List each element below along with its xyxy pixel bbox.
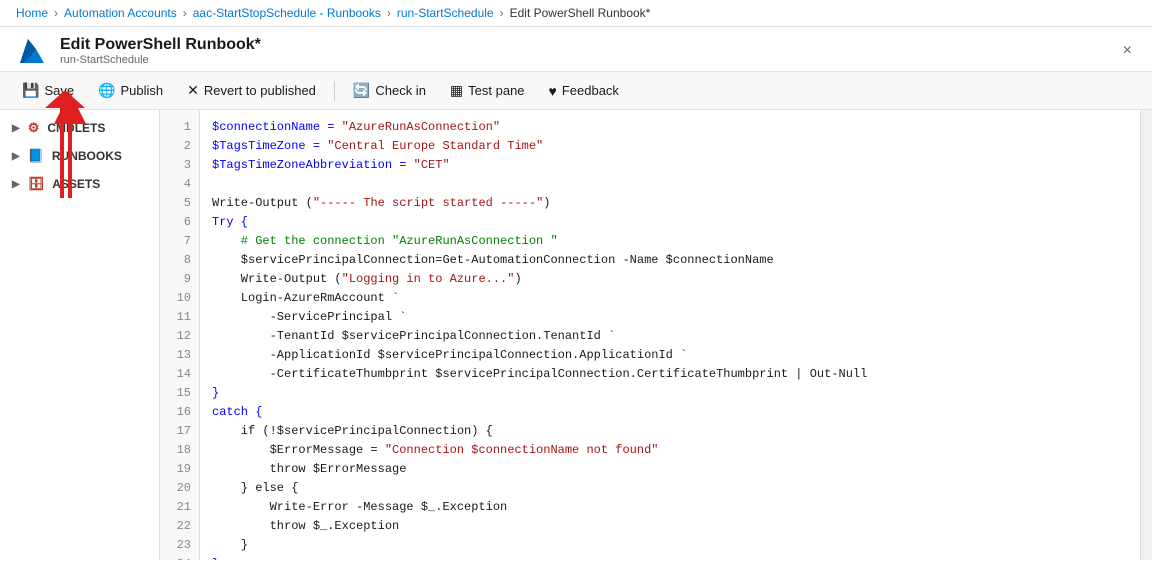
code-line: # Get the connection "AzureRunAsConnecti… <box>212 232 1128 251</box>
code-line: throw $_.Exception <box>212 517 1128 536</box>
line-numbers: 1234567891011121314151617181920212223242… <box>160 110 200 560</box>
code-line: catch { <box>212 403 1128 422</box>
main-layout: ▶ ⚙ CMDLETS ▶ 📘 RUNBOOKS ▶ 🗄 ASSETS <box>0 110 1152 560</box>
chevron-right-icon-runbooks: ▶ <box>12 151 20 162</box>
editor-area[interactable]: 1234567891011121314151617181920212223242… <box>160 110 1140 560</box>
breadcrumb-home[interactable]: Home <box>16 6 48 20</box>
toolbar: 💾 Save 🌐 Publish ✕ Revert to published 🔄… <box>0 72 1152 110</box>
breadcrumb-automation-accounts[interactable]: Automation Accounts <box>64 6 177 20</box>
code-line: throw $ErrorMessage <box>212 460 1128 479</box>
checkin-button[interactable]: 🔄 Check in <box>343 78 436 103</box>
code-line: -ServicePrincipal ` <box>212 308 1128 327</box>
breadcrumb-run-startschedule[interactable]: run-StartSchedule <box>397 6 494 20</box>
close-button[interactable]: × <box>1119 38 1136 64</box>
code-line: Try { <box>212 213 1128 232</box>
page-title: Edit PowerShell Runbook* <box>60 36 261 54</box>
save-icon: 💾 <box>22 82 39 99</box>
code-line: } <box>212 384 1128 403</box>
checkin-icon: 🔄 <box>353 82 370 99</box>
revert-icon: ✕ <box>187 82 199 99</box>
runbooks-icon: 📘 <box>28 148 44 164</box>
scrollbar-vertical[interactable] <box>1140 110 1152 560</box>
sidebar-item-assets[interactable]: ▶ 🗄 ASSETS <box>0 170 159 198</box>
code-line: Write-Output ("Logging in to Azure...") <box>212 270 1128 289</box>
code-line <box>212 175 1128 194</box>
code-line: $TagsTimeZone = "Central Europe Standard… <box>212 137 1128 156</box>
breadcrumb-current: Edit PowerShell Runbook* <box>510 6 651 20</box>
cmdlets-label: CMDLETS <box>47 121 105 135</box>
breadcrumb-runbooks[interactable]: aac-StartStopSchedule - Runbooks <box>193 6 381 20</box>
testpane-button[interactable]: ▦ Test pane <box>440 78 535 103</box>
azure-logo <box>16 35 48 67</box>
code-line: -ApplicationId $servicePrincipalConnecti… <box>212 346 1128 365</box>
feedback-button[interactable]: ♥ Feedback <box>539 79 629 103</box>
sidebar-item-runbooks[interactable]: ▶ 📘 RUNBOOKS <box>0 142 159 170</box>
page-subtitle: run-StartSchedule <box>60 54 261 66</box>
feedback-icon: ♥ <box>549 83 557 99</box>
sidebar: ▶ ⚙ CMDLETS ▶ 📘 RUNBOOKS ▶ 🗄 ASSETS <box>0 110 160 560</box>
code-line: } <box>212 555 1128 560</box>
breadcrumb: Home › Automation Accounts › aac-StartSt… <box>0 0 1152 27</box>
code-line: Write-Output ("----- The script started … <box>212 194 1128 213</box>
code-line: $servicePrincipalConnection=Get-Automati… <box>212 251 1128 270</box>
chevron-right-icon: ▶ <box>12 123 20 134</box>
code-line: Login-AzureRmAccount ` <box>212 289 1128 308</box>
toolbar-separator <box>334 81 335 101</box>
code-line: $TagsTimeZoneAbbreviation = "CET" <box>212 156 1128 175</box>
code-line: $connectionName = "AzureRunAsConnection" <box>212 118 1128 137</box>
code-line: Write-Error -Message $_.Exception <box>212 498 1128 517</box>
publish-icon: 🌐 <box>98 82 115 99</box>
code-line: $ErrorMessage = "Connection $connectionN… <box>212 441 1128 460</box>
code-line: } else { <box>212 479 1128 498</box>
code-line: -CertificateThumbprint $servicePrincipal… <box>212 365 1128 384</box>
code-line: } <box>212 536 1128 555</box>
revert-button[interactable]: ✕ Revert to published <box>177 78 326 103</box>
cmdlets-icon: ⚙ <box>28 120 40 136</box>
save-button[interactable]: 💾 Save <box>12 78 84 103</box>
code-content[interactable]: $connectionName = "AzureRunAsConnection"… <box>200 110 1140 560</box>
editor-wrapper: 1234567891011121314151617181920212223242… <box>160 110 1152 560</box>
assets-label: ASSETS <box>52 177 100 191</box>
sidebar-item-cmdlets[interactable]: ▶ ⚙ CMDLETS <box>0 114 159 142</box>
publish-button[interactable]: 🌐 Publish <box>88 78 173 103</box>
chevron-right-icon-assets: ▶ <box>12 179 20 190</box>
assets-icon: 🗄 <box>28 176 45 192</box>
testpane-icon: ▦ <box>450 82 463 99</box>
code-line: if (!$servicePrincipalConnection) { <box>212 422 1128 441</box>
code-line: -TenantId $servicePrincipalConnection.Te… <box>212 327 1128 346</box>
runbooks-label: RUNBOOKS <box>52 149 122 163</box>
page-header: Edit PowerShell Runbook* run-StartSchedu… <box>0 27 1152 72</box>
